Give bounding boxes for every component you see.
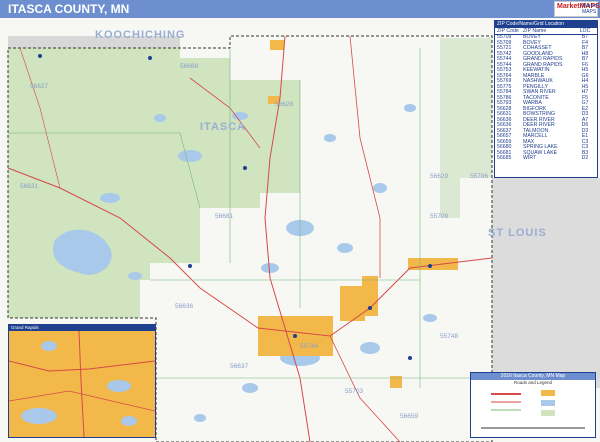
inset-lake (41, 341, 57, 351)
legend-rows: 55709 BOVEY B7 55709 BOVEY F4 55721 COHASSET B7 5… (495, 34, 597, 162)
legend-cell-name: WIRT (523, 155, 537, 161)
region-label-itasca: ITASCA (200, 121, 246, 133)
zip-label: 56627 (30, 83, 48, 90)
info-legend-water-swatch (541, 400, 555, 406)
inset-lake (107, 380, 131, 392)
zip-label: 56688 (180, 63, 198, 70)
zip-label: 56637 (230, 363, 248, 370)
info-legend-forest-swatch (541, 410, 555, 416)
zip-label: 55748 (440, 333, 458, 340)
map-info-box: 2016 Itasca County, MN Map Roads and Leg… (470, 372, 596, 438)
neighbor-county-st-louis (492, 178, 600, 388)
lake (404, 104, 416, 112)
zip-label: 56631 (20, 183, 38, 190)
zip-legend: ZIP Code/Name/Grid Location ZIP Code ZIP… (494, 20, 598, 178)
urban-area-iron-range (408, 258, 458, 270)
urban-area (340, 286, 365, 321)
legend-cell-zip: 56685 (497, 155, 512, 161)
info-title: 2016 Itasca County, MN Map (471, 373, 595, 380)
info-legend-urban-swatch (541, 390, 555, 396)
region-label-st-louis: ST LOUIS (488, 227, 547, 239)
lake (261, 263, 279, 273)
legend-row: 56685 WIRT D2 (495, 155, 597, 162)
inset-lake (121, 416, 137, 426)
lake (128, 272, 142, 280)
lake (242, 383, 258, 393)
lake (154, 114, 166, 122)
city-dot-icon (293, 334, 297, 338)
city-dot-icon (243, 166, 247, 170)
zip-label: 55744 (300, 343, 318, 350)
legend-cell-loc: D2 (581, 155, 589, 161)
inset-map[interactable]: Grand Rapids (8, 324, 156, 438)
brand-logo: MarketMAPS Market MAPS (554, 1, 600, 17)
zip-label: 55703 (345, 388, 363, 395)
city-dot-icon (428, 264, 432, 268)
lake (194, 414, 206, 422)
lake (324, 134, 336, 142)
map-page: ITASCA COUNTY, MN MarketMAPS Market MAPS (0, 0, 600, 442)
inset-map-graphic (8, 330, 156, 438)
city-dot-icon (368, 306, 372, 310)
zip-label: 56636 (175, 303, 193, 310)
city-dot-icon (188, 264, 192, 268)
brand-side-text: Market MAPS (582, 3, 598, 15)
inset-lake (21, 408, 57, 424)
legend-header: ZIP Code/Name/Grid Location (495, 21, 597, 28)
title-bar: ITASCA COUNTY, MN MarketMAPS Market MAPS (0, 0, 600, 18)
zip-label: 56659 (400, 413, 418, 420)
zip-label: 56681 (215, 213, 233, 220)
info-legend-graphic (481, 390, 585, 429)
urban-area-bigfork (270, 40, 284, 50)
city-dot-icon (38, 54, 42, 58)
zip-label: 56628 (275, 101, 293, 108)
page-title: ITASCA COUNTY, MN (8, 2, 130, 16)
zip-label: 56629 (430, 173, 448, 180)
region-label-koochiching: KOOCHICHING (95, 29, 185, 41)
lake (100, 193, 120, 203)
lake (360, 342, 380, 354)
zip-label: 55709 (430, 213, 448, 220)
lake (423, 314, 437, 322)
city-dot-icon (408, 356, 412, 360)
lake (373, 183, 387, 193)
zip-label: 55786 (470, 173, 488, 180)
lake (337, 243, 353, 253)
lake (178, 150, 202, 162)
city-dot-icon (148, 56, 152, 60)
